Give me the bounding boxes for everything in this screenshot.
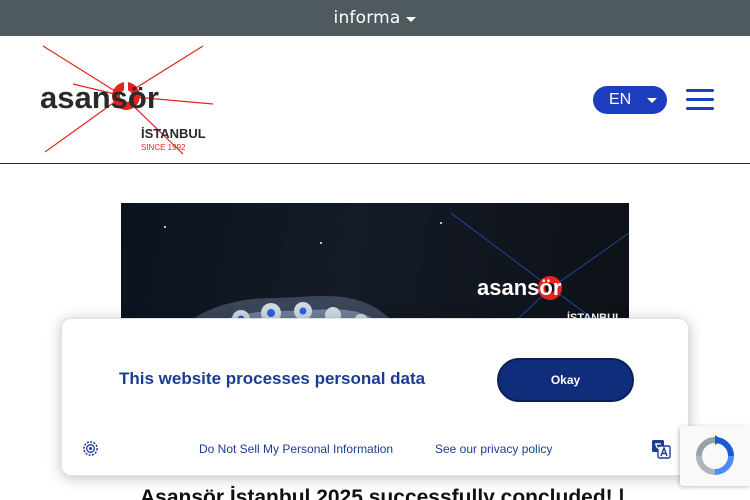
news-headline[interactable]: Asansör İstanbul 2025 successfully concl… — [140, 486, 624, 500]
banner-logo-text: asansör — [477, 275, 562, 300]
informa-brand: informa — [333, 8, 401, 28]
informa-dropdown[interactable]: informa — [334, 8, 417, 28]
site-header: asansör İSTANBUL SINCE 1992 EN — [0, 36, 750, 164]
recaptcha-badge[interactable] — [680, 426, 750, 486]
okay-button[interactable]: Okay — [497, 358, 634, 402]
hamburger-menu-icon[interactable] — [686, 89, 714, 111]
do-not-sell-link[interactable]: Do Not Sell My Personal Information — [199, 442, 393, 456]
cookie-consent-popup: This website processes personal data Oka… — [61, 318, 689, 476]
cookie-message: This website processes personal data — [119, 369, 426, 388]
chevron-down-icon — [647, 98, 657, 103]
cookie-footer: Do Not Sell My Personal Information See … — [62, 439, 690, 459]
translate-icon[interactable] — [651, 439, 671, 459]
page: informa asansör İSTANBUL SINCE 1992 EN a… — [0, 0, 750, 500]
recaptcha-icon — [696, 435, 734, 475]
logo-city: İSTANBUL — [141, 126, 206, 141]
logo-since: SINCE 1992 — [141, 143, 186, 152]
language-label: EN — [609, 91, 632, 108]
asansor-istanbul-logo[interactable]: asansör İSTANBUL SINCE 1992 — [33, 44, 213, 158]
privacy-policy-link[interactable]: See our privacy policy — [435, 442, 552, 456]
informa-bar: informa — [0, 0, 750, 36]
language-select[interactable]: EN — [593, 86, 667, 114]
caret-down-icon — [406, 17, 417, 22]
logo-text: asansör — [40, 80, 159, 115]
cookie-settings-icon[interactable] — [82, 440, 99, 457]
